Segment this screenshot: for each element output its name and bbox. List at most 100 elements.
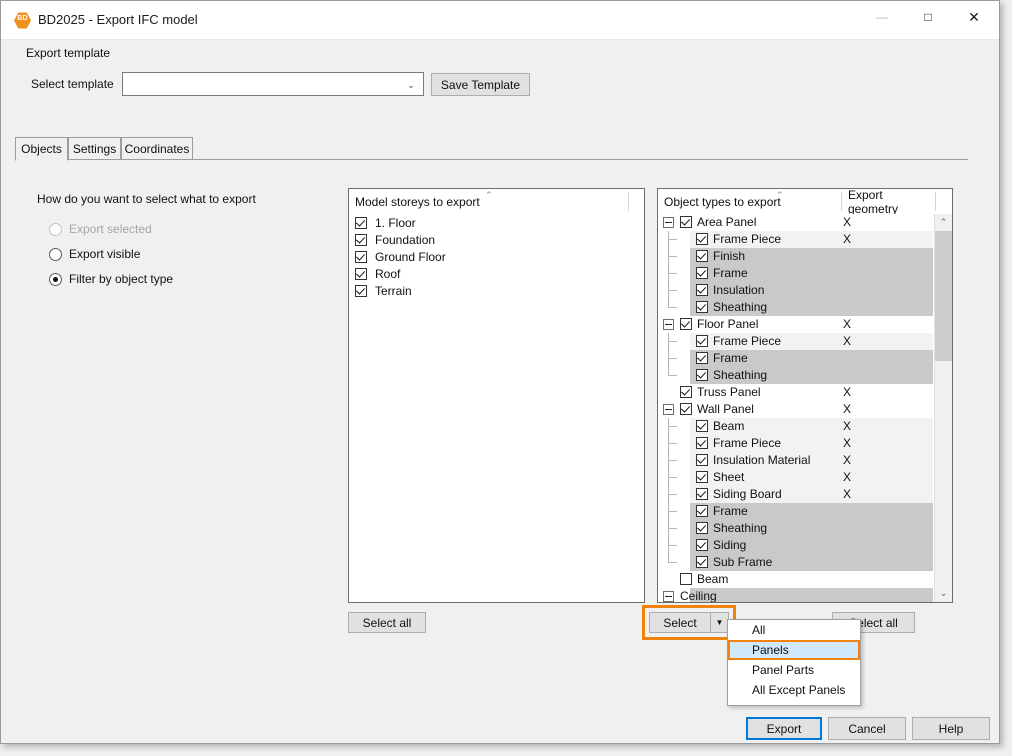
scrollbar-thumb[interactable] <box>935 231 952 361</box>
type-checkbox[interactable] <box>696 437 708 449</box>
tree-row[interactable]: BeamX <box>658 418 952 435</box>
type-label: Floor Panel <box>697 317 758 331</box>
tree-row[interactable]: Insulation <box>658 282 952 299</box>
types-scrollbar[interactable]: ⌃ ⌄ <box>934 214 952 602</box>
tree-row[interactable]: Siding <box>658 537 952 554</box>
tree-line <box>668 273 677 274</box>
type-checkbox[interactable] <box>696 454 708 466</box>
type-checkbox[interactable] <box>696 233 708 245</box>
object-types-tree[interactable]: Object types to export ⌃ Export geometry… <box>657 188 953 603</box>
tab-objects[interactable]: Objects <box>15 137 68 161</box>
tab-settings[interactable]: Settings <box>68 137 121 159</box>
tree-row[interactable]: SheetX <box>658 469 952 486</box>
type-checkbox[interactable] <box>680 573 692 585</box>
select-split-button[interactable]: Select ▼ <box>649 612 729 633</box>
cancel-button[interactable]: Cancel <box>828 717 906 740</box>
chevron-down-icon[interactable]: ▼ <box>710 613 728 632</box>
tree-row[interactable]: Sheathing <box>658 520 952 537</box>
storey-checkbox[interactable] <box>355 234 367 246</box>
model-storeys-list[interactable]: Model storeys to export ⌃ 1. FloorFounda… <box>348 188 645 603</box>
tree-row[interactable]: Area PanelX <box>658 214 952 231</box>
select-dropdown-menu[interactable]: AllPanelsPanel PartsAll Except Panels <box>727 619 861 706</box>
scroll-down-arrow-icon[interactable]: ⌄ <box>935 585 952 602</box>
type-checkbox[interactable] <box>696 301 708 313</box>
tab-underline <box>15 159 968 160</box>
tree-row[interactable]: Finish <box>658 248 952 265</box>
storey-row[interactable]: Ground Floor <box>349 248 644 265</box>
type-label: Finish <box>713 249 745 263</box>
type-checkbox[interactable] <box>696 267 708 279</box>
radio-filter-by-object-type[interactable]: Filter by object type <box>49 270 173 288</box>
select-menu-item[interactable]: All Except Panels <box>728 680 860 700</box>
radio-export-selected-label: Export selected <box>69 222 152 236</box>
type-checkbox[interactable] <box>696 352 708 364</box>
minimize-button[interactable]: — <box>859 1 905 32</box>
tree-line <box>668 545 677 546</box>
help-button[interactable]: Help <box>912 717 990 740</box>
tree-line <box>668 494 677 495</box>
type-checkbox[interactable] <box>680 318 692 330</box>
collapse-expander-icon[interactable] <box>663 319 674 330</box>
tree-row[interactable]: Frame PieceX <box>658 231 952 248</box>
scroll-up-arrow-icon[interactable]: ⌃ <box>935 214 952 231</box>
close-icon: ✕ <box>951 1 997 32</box>
tree-row[interactable]: Sub Frame <box>658 554 952 571</box>
storey-checkbox[interactable] <box>355 217 367 229</box>
type-checkbox[interactable] <box>696 335 708 347</box>
tree-row[interactable]: Siding BoardX <box>658 486 952 503</box>
type-checkbox[interactable] <box>680 216 692 228</box>
collapse-expander-icon[interactable] <box>663 217 674 228</box>
row-stripe <box>690 588 933 602</box>
type-checkbox[interactable] <box>680 403 692 415</box>
storey-checkbox[interactable] <box>355 251 367 263</box>
select-template-combobox[interactable]: ⌄ <box>122 72 424 96</box>
tree-row[interactable]: Beam <box>658 571 952 588</box>
storeys-select-all-button[interactable]: Select all <box>348 612 426 633</box>
tree-row[interactable]: Frame PieceX <box>658 333 952 350</box>
type-checkbox[interactable] <box>696 488 708 500</box>
storey-row[interactable]: Roof <box>349 265 644 282</box>
type-checkbox[interactable] <box>696 539 708 551</box>
close-button[interactable]: ✕ <box>951 1 997 32</box>
type-checkbox[interactable] <box>696 522 708 534</box>
tree-row[interactable]: Floor PanelX <box>658 316 952 333</box>
type-checkbox[interactable] <box>696 471 708 483</box>
tree-row[interactable]: Frame <box>658 265 952 282</box>
type-label: Wall Panel <box>697 402 754 416</box>
tree-row[interactable]: Ceiling <box>658 588 952 602</box>
tree-row[interactable]: Truss PanelX <box>658 384 952 401</box>
storey-checkbox[interactable] <box>355 268 367 280</box>
tree-row[interactable]: Frame <box>658 503 952 520</box>
tree-row[interactable]: Frame <box>658 350 952 367</box>
type-checkbox[interactable] <box>696 556 708 568</box>
type-checkbox[interactable] <box>696 369 708 381</box>
tree-row[interactable]: Sheathing <box>658 299 952 316</box>
type-checkbox[interactable] <box>696 420 708 432</box>
tab-coordinates[interactable]: Coordinates <box>121 137 193 159</box>
save-template-button[interactable]: Save Template <box>431 73 530 96</box>
type-checkbox[interactable] <box>696 505 708 517</box>
type-label: Ceiling <box>680 589 717 602</box>
export-geometry-mark: X <box>843 402 851 416</box>
select-menu-item[interactable]: Panels <box>728 640 860 660</box>
radio-export-visible[interactable]: Export visible <box>49 245 140 263</box>
storey-row[interactable]: Foundation <box>349 231 644 248</box>
type-checkbox[interactable] <box>696 284 708 296</box>
storey-row[interactable]: 1. Floor <box>349 214 644 231</box>
export-geometry-mark: X <box>843 419 851 433</box>
maximize-button[interactable]: □ <box>905 1 951 32</box>
storey-row[interactable]: Terrain <box>349 282 644 299</box>
collapse-expander-icon[interactable] <box>663 591 674 602</box>
select-menu-item[interactable]: Panel Parts <box>728 660 860 680</box>
types-header: Object types to export ⌃ Export geometry <box>658 189 952 215</box>
storey-checkbox[interactable] <box>355 285 367 297</box>
tree-row[interactable]: Frame PieceX <box>658 435 952 452</box>
select-menu-item[interactable]: All <box>728 620 860 640</box>
export-button[interactable]: Export <box>746 717 822 740</box>
type-checkbox[interactable] <box>696 250 708 262</box>
tree-row[interactable]: Sheathing <box>658 367 952 384</box>
tree-row[interactable]: Wall Panel X <box>658 401 952 418</box>
type-checkbox[interactable] <box>680 386 692 398</box>
tree-row[interactable]: Insulation MaterialX <box>658 452 952 469</box>
collapse-expander-icon[interactable] <box>663 404 674 415</box>
